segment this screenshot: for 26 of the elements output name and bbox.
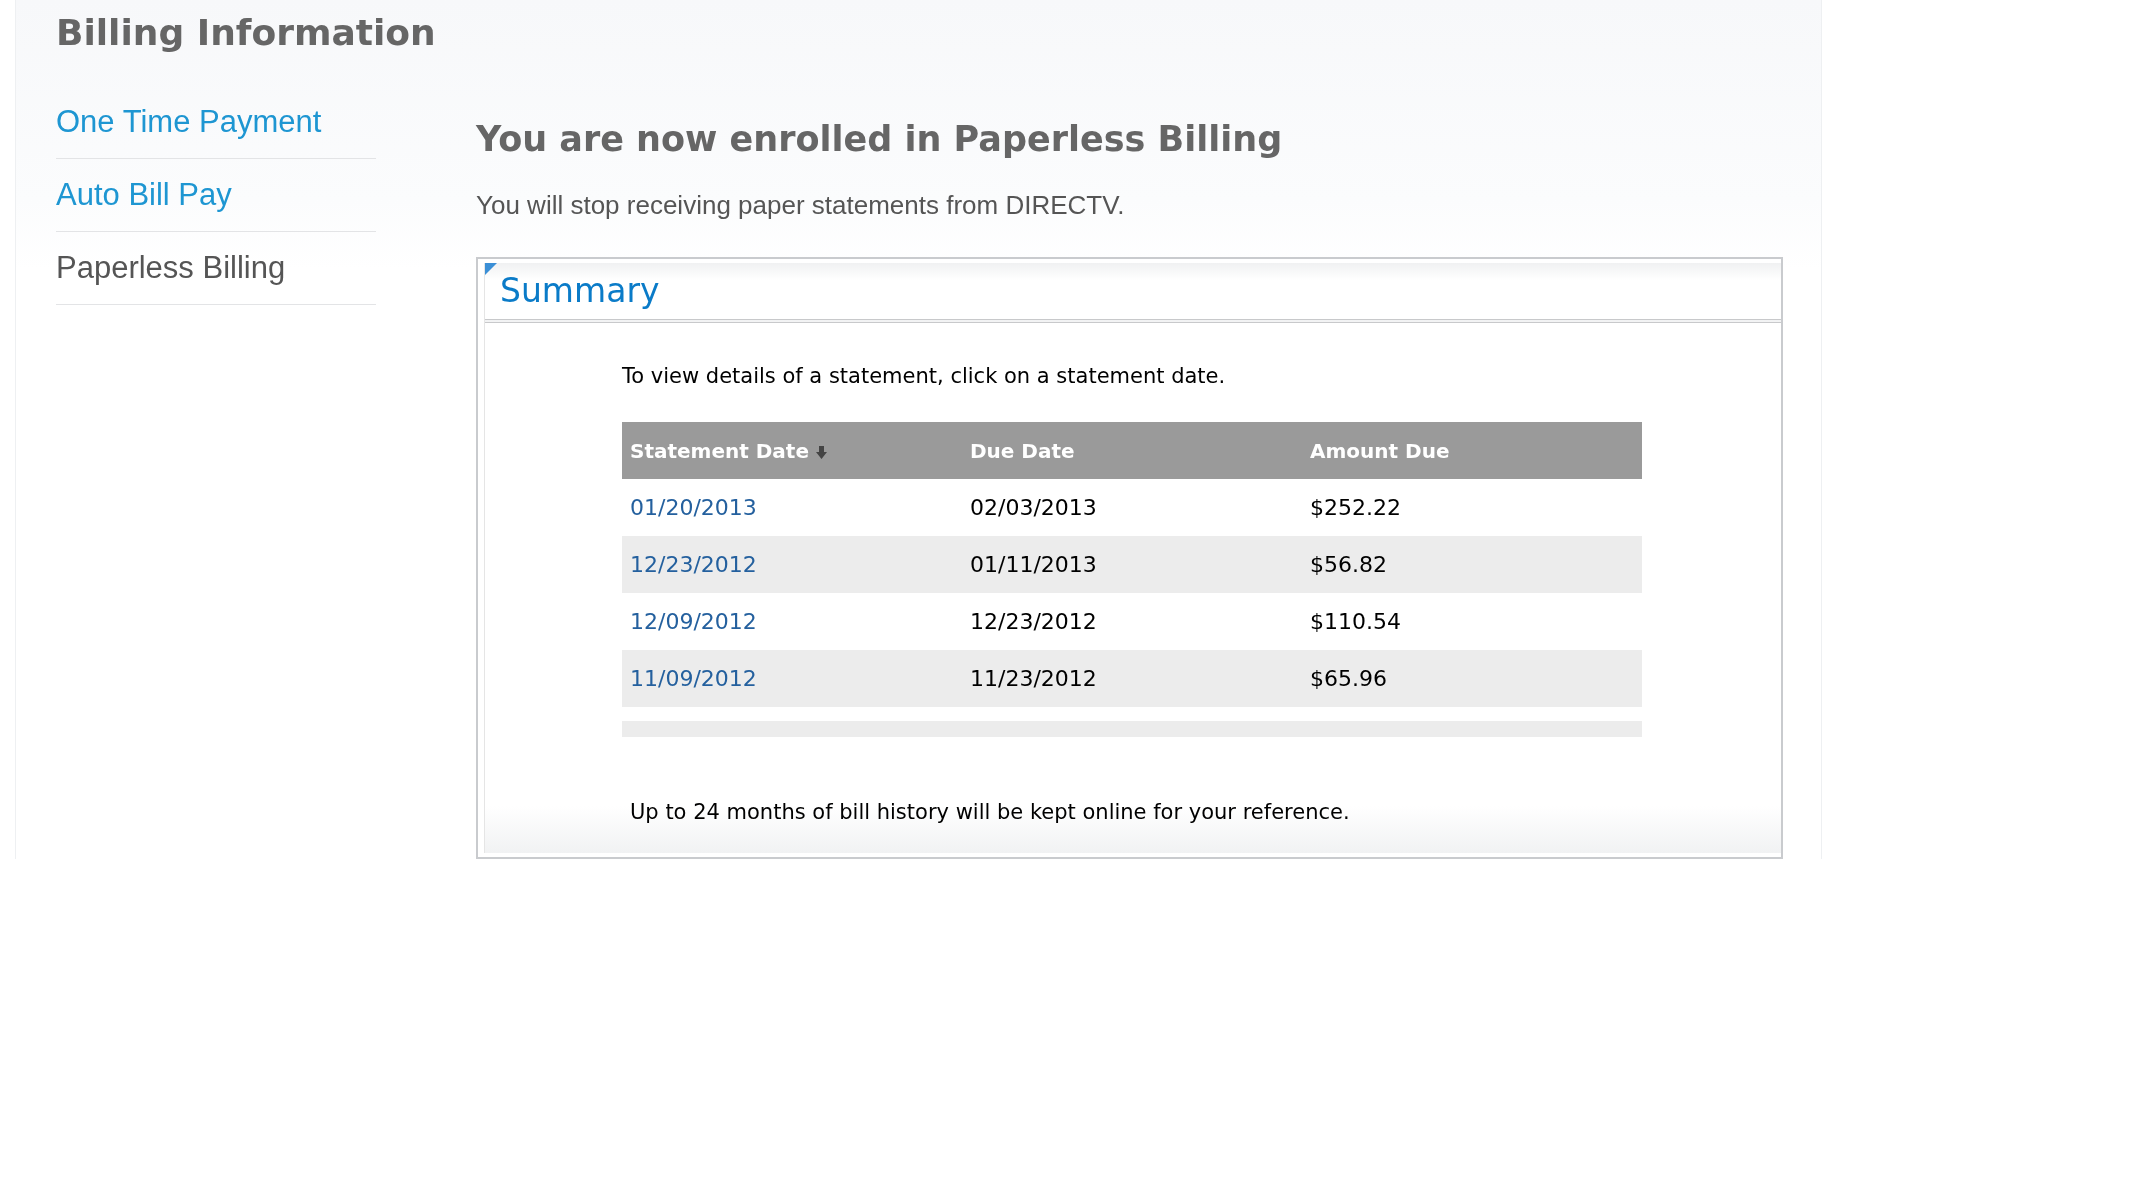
sort-down-arrow-icon [815, 445, 827, 459]
column-header[interactable]: Due Date [962, 422, 1302, 480]
table-cell: $56.82 [1302, 536, 1642, 594]
instructions-text: To view details of a statement, click on a statement date. [622, 362, 1227, 390]
table-cell: $65.96 [1302, 650, 1642, 708]
summary-title: Summary [485, 263, 1781, 323]
confirmation-heading: You are now enrolled in Paperless Billing [476, 118, 1284, 160]
table-cell: 11/23/2012 [962, 650, 1302, 708]
sidebar-link[interactable]: Paperless Billing [56, 232, 376, 305]
history-note: Up to 24 months of bill history will be kept online for your reference. [630, 799, 1351, 827]
page-title: Billing Information [56, 11, 437, 55]
table-cell: 02/03/2013 [962, 479, 1302, 537]
column-header[interactable]: Amount Due [1302, 422, 1642, 480]
statement-date-link[interactable]: 12/09/2012 [630, 609, 757, 635]
table-cell: $110.54 [1302, 593, 1642, 651]
statement-date-link[interactable]: 11/09/2012 [630, 666, 757, 692]
table-cell: 01/11/2013 [962, 536, 1302, 594]
statement-date-link[interactable]: 01/20/2013 [630, 495, 757, 521]
confirmation-message: You will stop receiving paper statements from DIRECTV. [476, 189, 1126, 222]
table-cell: 12/23/2012 [962, 593, 1302, 651]
table-cell: $252.22 [1302, 479, 1642, 537]
statement-date-link[interactable]: 12/23/2012 [630, 552, 757, 578]
corner-triangle-icon [485, 263, 497, 275]
column-header[interactable]: Statement Date [622, 422, 962, 480]
sidebar-link[interactable]: Auto Bill Pay [56, 159, 376, 232]
sidebar-link[interactable]: One Time Payment [56, 86, 376, 159]
